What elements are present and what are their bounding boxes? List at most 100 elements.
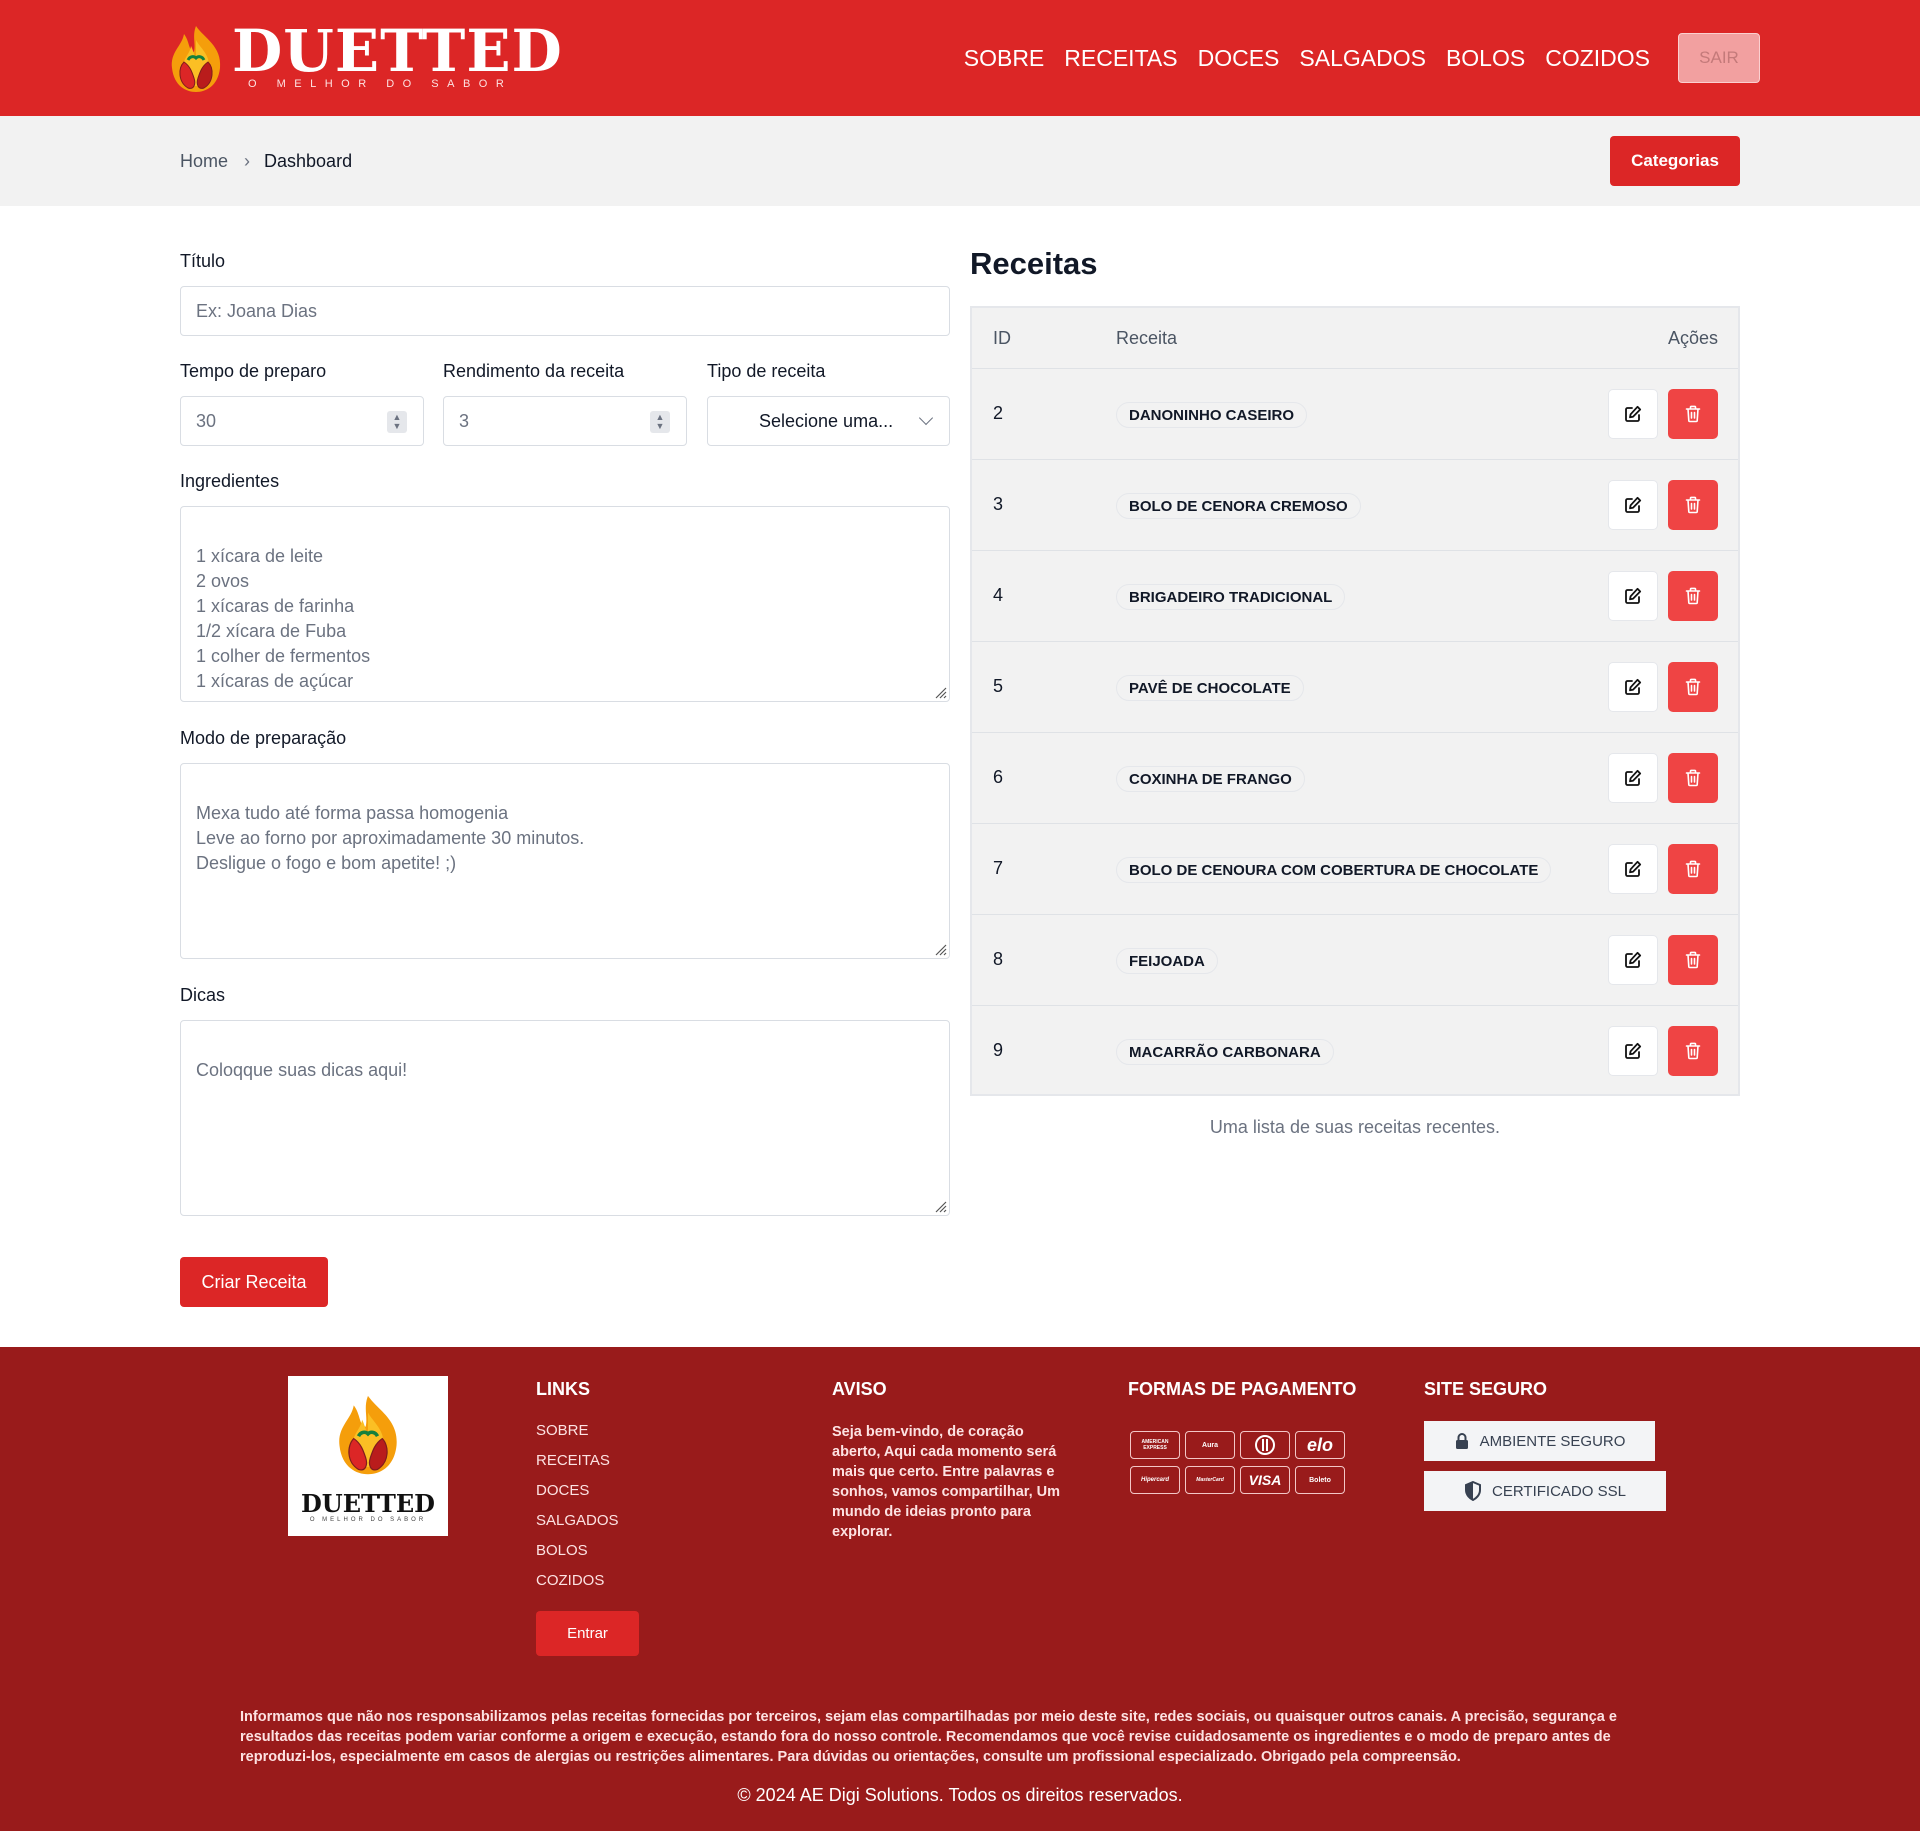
nav-link-receitas[interactable]: RECEITAS <box>1064 40 1177 76</box>
recipe-id: 5 <box>993 676 1004 696</box>
edit-recipe-button[interactable] <box>1608 480 1658 530</box>
prep-time-label: Tempo de preparo <box>180 361 327 381</box>
method-textarea[interactable]: Mexa tudo até forma passa homogenia Leve… <box>180 763 950 959</box>
breadcrumb-bar: Home › Dashboard Categorias <box>0 116 1920 206</box>
ingredients-label: Ingredientes <box>180 471 280 491</box>
brand-logo[interactable]: DUETTED O MELHOR DO SABOR <box>164 18 562 98</box>
edit-recipe-button[interactable] <box>1608 571 1658 621</box>
recipe-name-badge: FEIJOADA <box>1116 948 1218 974</box>
breadcrumb-home-link[interactable]: Home <box>180 151 228 172</box>
footer: DUETTED O MELHOR DO SABOR LINKS SOBRE RE… <box>0 1347 1920 1831</box>
ingredients-textarea[interactable]: 1 xícara de leite 2 ovos 1 xícaras de fa… <box>180 506 950 702</box>
tips-label: Dicas <box>180 985 226 1005</box>
stepper-arrows-icon[interactable]: ▲ ▼ <box>387 411 407 433</box>
ssl-certificate-badge: CERTIFICADO SSL <box>1424 1471 1666 1511</box>
recipe-id: 9 <box>993 1040 1004 1060</box>
title-input[interactable]: Ex: Joana Dias <box>180 286 950 336</box>
trash-icon <box>1685 1042 1701 1060</box>
edit-recipe-button[interactable] <box>1608 389 1658 439</box>
table-row: 8 FEIJOADA <box>972 914 1738 1005</box>
trash-icon <box>1685 678 1701 696</box>
type-select[interactable]: Selecione uma... <box>707 396 950 446</box>
footer-link-cozidos[interactable]: COZIDOS <box>536 1572 604 1589</box>
table-row: 6 COXINHA DE FRANGO <box>972 732 1738 823</box>
recipes-table: ID Receita Ações 2 DANONINHO CASEIRO 3 BOLO… <box>970 306 1740 1096</box>
table-header: ID Receita Ações <box>972 308 1738 368</box>
column-header-actions: Ações <box>1667 328 1718 348</box>
nav-link-sobre[interactable]: SOBRE <box>964 40 1045 76</box>
create-recipe-button[interactable]: Criar Receita <box>180 1257 328 1307</box>
ingredients-placeholder: 1 xícara de leite 2 ovos 1 xícaras de fa… <box>196 546 371 691</box>
delete-recipe-button[interactable] <box>1668 844 1718 894</box>
recipes-title: Receitas <box>970 246 1098 281</box>
edit-recipe-button[interactable] <box>1608 662 1658 712</box>
footer-link-bolos[interactable]: BOLOS <box>536 1542 588 1559</box>
amex-icon: AMERICAN EXPRESS <box>1130 1431 1180 1459</box>
nav-link-salgados[interactable]: SALGADOS <box>1299 40 1426 76</box>
breadcrumb: Home › Dashboard <box>180 148 352 174</box>
footer-link-sobre[interactable]: SOBRE <box>536 1422 589 1439</box>
resize-grip-icon[interactable] <box>931 940 947 956</box>
recipe-name-badge: COXINHA DE FRANGO <box>1116 766 1305 792</box>
categories-button[interactable]: Categorias <box>1610 136 1740 186</box>
resize-grip-icon[interactable] <box>931 1197 947 1213</box>
edit-recipe-button[interactable] <box>1608 935 1658 985</box>
stepper-arrows-icon[interactable]: ▲ ▼ <box>650 411 670 433</box>
trash-icon <box>1685 496 1701 514</box>
prep-time-input[interactable]: 30 ▲ ▼ <box>180 396 424 446</box>
boleto-icon: Boleto <box>1295 1466 1345 1494</box>
edit-icon <box>1625 587 1642 604</box>
delete-recipe-button[interactable] <box>1668 935 1718 985</box>
table-row: 2 DANONINHO CASEIRO <box>972 368 1738 459</box>
table-caption: Uma lista de suas receitas recentes. <box>1209 1117 1501 1137</box>
trash-icon <box>1685 951 1701 969</box>
footer-logo-tagline: O MELHOR DO SABOR <box>309 1517 427 1523</box>
table-row: 3 BOLO DE CENORA CREMOSO <box>972 459 1738 550</box>
delete-recipe-button[interactable] <box>1668 389 1718 439</box>
resize-grip-icon[interactable] <box>931 683 947 699</box>
lock-icon <box>1455 1433 1468 1449</box>
trash-icon <box>1685 769 1701 787</box>
method-label: Modo de preparação <box>180 728 347 748</box>
logout-button[interactable]: SAIR <box>1678 33 1760 83</box>
footer-login-button[interactable]: Entrar <box>536 1611 639 1656</box>
footer-link-doces[interactable]: DOCES <box>536 1482 589 1499</box>
recipe-id: 8 <box>993 949 1004 969</box>
footer-secure-title: SITE SEGURO <box>1424 1379 1548 1399</box>
recipe-id: 7 <box>993 858 1004 878</box>
nav-link-cozidos[interactable]: COZIDOS <box>1545 40 1650 76</box>
prep-time-value: 30 <box>196 410 217 431</box>
footer-copyright: © 2024 AE Digi Solutions. Todos os direi… <box>737 1785 1183 1805</box>
tips-textarea[interactable]: Coloqque suas dicas aqui! <box>180 1020 950 1216</box>
edit-recipe-button[interactable] <box>1608 1026 1658 1076</box>
top-navbar: DUETTED O MELHOR DO SABOR SOBRE RECEITAS… <box>0 0 1920 116</box>
chili-flame-icon <box>339 1395 397 1475</box>
footer-notice-title: AVISO <box>832 1379 887 1399</box>
delete-recipe-button[interactable] <box>1668 480 1718 530</box>
edit-icon <box>1625 860 1642 877</box>
nav-link-bolos[interactable]: BOLOS <box>1446 40 1525 76</box>
footer-link-salgados[interactable]: SALGADOS <box>536 1512 619 1529</box>
column-header-id: ID <box>993 328 1011 348</box>
edit-recipe-button[interactable] <box>1608 753 1658 803</box>
table-row: 7 BOLO DE CENOURA COM COBERTURA DE CHOCOL… <box>972 823 1738 914</box>
mastercard-icon: MasterCard <box>1185 1466 1235 1494</box>
nav-link-doces[interactable]: DOCES <box>1198 40 1280 76</box>
table-row: 4 BRIGADEIRO TRADICIONAL <box>972 550 1738 641</box>
tips-placeholder: Coloqque suas dicas aqui! <box>196 1060 408 1080</box>
yield-input[interactable]: 3 ▲ ▼ <box>443 396 687 446</box>
type-select-value: Selecione uma... <box>759 410 894 431</box>
recipe-name-badge: BRIGADEIRO TRADICIONAL <box>1116 584 1346 610</box>
edit-icon <box>1625 769 1642 786</box>
footer-logo[interactable]: DUETTED O MELHOR DO SABOR <box>288 1376 448 1536</box>
delete-recipe-button[interactable] <box>1668 571 1718 621</box>
footer-notice-text: Seja bem-vindo, de coração aberto, Aqui … <box>832 1424 1061 1540</box>
delete-recipe-button[interactable] <box>1668 662 1718 712</box>
delete-recipe-button[interactable] <box>1668 753 1718 803</box>
visa-icon: VISA <box>1240 1466 1290 1494</box>
edit-recipe-button[interactable] <box>1608 844 1658 894</box>
footer-disclaimer: Informamos que não nos responsabilizamos… <box>240 1709 1617 1765</box>
edit-icon <box>1625 951 1642 968</box>
delete-recipe-button[interactable] <box>1668 1026 1718 1076</box>
footer-link-receitas[interactable]: RECEITAS <box>536 1452 610 1469</box>
